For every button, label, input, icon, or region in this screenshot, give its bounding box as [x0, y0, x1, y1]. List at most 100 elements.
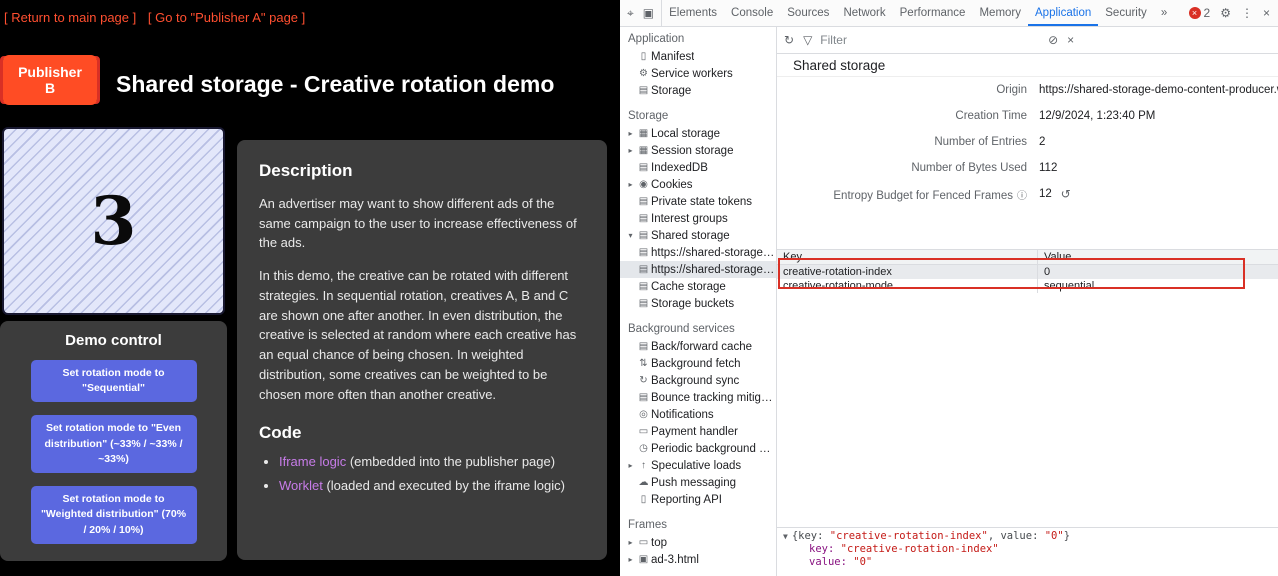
more-tabs-icon[interactable]: »	[1154, 0, 1174, 26]
database-icon: ▤	[636, 230, 651, 241]
chevron-down-icon[interactable]: ▾	[625, 231, 636, 240]
document-icon: ▯	[636, 494, 651, 505]
chevron-right-icon[interactable]: ▸	[625, 146, 636, 155]
sidebar-item-push-messaging[interactable]: ☁Push messaging	[620, 474, 776, 491]
up-down-arrows-icon: ⇅	[636, 358, 651, 369]
table-icon: ▦	[636, 128, 651, 139]
sidebar-item-frame-top[interactable]: ▸▭top	[620, 534, 776, 551]
sidebar-item-private-state-tokens[interactable]: ▤Private state tokens	[620, 193, 776, 210]
chevron-right-icon[interactable]: ▸	[625, 555, 636, 564]
table-icon: ▦	[636, 145, 651, 156]
shared-storage-table: Key Value creative-rotation-index 0 crea…	[777, 249, 1278, 293]
database-icon: ▤	[636, 247, 651, 258]
table-row[interactable]: creative-rotation-index 0	[777, 265, 1278, 279]
clock-icon: ◷	[636, 443, 651, 454]
kebab-menu-icon[interactable]: ⋮	[1241, 7, 1253, 19]
top-links: [ Return to main page ] [ Go to "Publish…	[4, 10, 313, 25]
chevron-right-icon[interactable]: ▸	[625, 461, 636, 470]
tab-application[interactable]: Application	[1028, 0, 1098, 26]
sidebar-item-manifest[interactable]: ▯Manifest	[620, 48, 776, 65]
chevron-right-icon[interactable]: ▸	[625, 180, 636, 189]
table-row[interactable]: creative-rotation-mode sequential	[777, 279, 1278, 293]
triangle-down-icon[interactable]: ▼	[783, 532, 788, 541]
description-paragraph-2: In this demo, the creative can be rotate…	[259, 266, 585, 404]
field-entropy-budget: Entropy Budget for Fenced Framesⓘ 12 ↺	[777, 181, 1278, 207]
table-header: Key Value	[777, 250, 1278, 265]
preview-value-line: value: "0"	[783, 556, 1272, 569]
chevron-right-icon[interactable]: ▸	[625, 538, 636, 547]
database-icon: ▤	[636, 213, 651, 224]
filter-control: ▽	[803, 32, 1039, 48]
error-count-badge[interactable]: × 2	[1189, 6, 1211, 20]
database-icon: ▤	[636, 264, 651, 275]
info-icon[interactable]: ⓘ	[1017, 191, 1027, 202]
set-sequential-button[interactable]: Set rotation mode to "Sequential"	[31, 360, 197, 402]
database-icon: ▤	[636, 162, 651, 173]
sidebar-item-indexeddb[interactable]: ▤IndexedDB	[620, 159, 776, 176]
sidebar-item-interest-groups[interactable]: ▤Interest groups	[620, 210, 776, 227]
reset-budget-icon[interactable]: ↺	[1061, 187, 1071, 201]
gear-icon[interactable]: ⚙	[1220, 7, 1231, 19]
device-toolbar-icon[interactable]: ▣	[643, 7, 654, 19]
sidebar-item-cookies[interactable]: ▸◉Cookies	[620, 176, 776, 193]
page-title: Shared storage - Creative rotation demo	[116, 71, 554, 98]
sidebar-item-bounce-tracking[interactable]: ▤Bounce tracking mitiga…	[620, 389, 776, 406]
sidebar-item-storage-buckets[interactable]: ▤Storage buckets	[620, 295, 776, 312]
sidebar-item-background-sync[interactable]: ↻Background sync	[620, 372, 776, 389]
sidebar-item-speculative-loads[interactable]: ▸↑Speculative loads	[620, 457, 776, 474]
sidebar-item-session-storage[interactable]: ▸▦Session storage	[620, 142, 776, 159]
publisher-b-button[interactable]: Publisher B	[3, 55, 97, 105]
shared-storage-panel: ↻ ▽ ⊘ × Shared storage Origin https://sh…	[777, 27, 1278, 576]
devtools-tabbar: ⌖ ▣ Elements Console Sources Network Per…	[620, 0, 1278, 27]
sidebar-item-shared-storage[interactable]: ▾▤Shared storage	[620, 227, 776, 244]
sidebar-item-storage[interactable]: ▤Storage	[620, 82, 776, 99]
refresh-icon[interactable]: ↻	[784, 34, 794, 46]
entry-preview-pane: ▼{key: "creative-rotation-index", value:…	[777, 527, 1278, 576]
sidebar-item-periodic-background-sync[interactable]: ◷Periodic background s…	[620, 440, 776, 457]
tab-security[interactable]: Security	[1098, 0, 1154, 26]
sidebar-item-back-forward-cache[interactable]: ▤Back/forward cache	[620, 338, 776, 355]
annotation-box-publisher-b: Publisher B	[0, 56, 100, 104]
inspect-element-icon[interactable]: ⌖	[627, 7, 634, 19]
error-count: 2	[1204, 6, 1211, 20]
tab-console[interactable]: Console	[724, 0, 780, 26]
worklet-link[interactable]: Worklet	[279, 478, 323, 493]
sync-icon: ↻	[636, 375, 651, 386]
code-heading: Code	[259, 420, 585, 446]
sidebar-item-frame-ad-3[interactable]: ▸▣ad-3.html	[620, 551, 776, 568]
sidebar-item-reporting-api[interactable]: ▯Reporting API	[620, 491, 776, 508]
set-even-distribution-button[interactable]: Set rotation mode to "Even distribution"…	[31, 415, 197, 473]
chevron-right-icon[interactable]: ▸	[625, 129, 636, 138]
code-links-list: Iframe logic (embedded into the publishe…	[279, 452, 585, 496]
goto-publisher-a-link[interactable]: [ Go to "Publisher A" page ]	[148, 10, 305, 25]
tab-network[interactable]: Network	[836, 0, 892, 26]
tab-sources[interactable]: Sources	[780, 0, 836, 26]
column-header-value: Value	[1037, 250, 1278, 264]
description-heading: Description	[259, 158, 585, 184]
close-devtools-icon[interactable]: ×	[1263, 7, 1270, 19]
service-worker-icon: ⚙	[636, 68, 651, 79]
field-number-of-bytes: Number of Bytes Used 112	[777, 155, 1278, 181]
sidebar-item-service-workers[interactable]: ⚙Service workers	[620, 65, 776, 82]
storage-icon: ▤	[636, 85, 651, 96]
up-arrow-icon: ↑	[636, 460, 651, 471]
delete-selected-icon[interactable]: ×	[1067, 34, 1074, 46]
bell-icon: ◎	[636, 409, 651, 420]
tab-elements[interactable]: Elements	[662, 0, 724, 26]
sidebar-item-shared-storage-origin-1[interactable]: ▤https://shared-storage-d…	[620, 244, 776, 261]
filter-input[interactable]	[818, 32, 1039, 48]
clear-entries-icon[interactable]: ⊘	[1048, 34, 1058, 46]
sidebar-item-notifications[interactable]: ◎Notifications	[620, 406, 776, 423]
cloud-icon: ☁	[636, 477, 651, 488]
set-weighted-distribution-button[interactable]: Set rotation mode to "Weighted distribut…	[31, 486, 197, 544]
sidebar-item-shared-storage-origin-2[interactable]: ▤https://shared-storage-d…	[620, 261, 776, 278]
tab-performance[interactable]: Performance	[893, 0, 973, 26]
iframe-logic-link[interactable]: Iframe logic	[279, 454, 346, 469]
sidebar-item-background-fetch[interactable]: ⇅Background fetch	[620, 355, 776, 372]
sidebar-item-cache-storage[interactable]: ▤Cache storage	[620, 278, 776, 295]
sidebar-item-payment-handler[interactable]: ▭Payment handler	[620, 423, 776, 440]
column-header-key: Key	[777, 251, 1037, 263]
return-main-link[interactable]: [ Return to main page ]	[4, 10, 136, 25]
sidebar-item-local-storage[interactable]: ▸▦Local storage	[620, 125, 776, 142]
tab-memory[interactable]: Memory	[972, 0, 1028, 26]
